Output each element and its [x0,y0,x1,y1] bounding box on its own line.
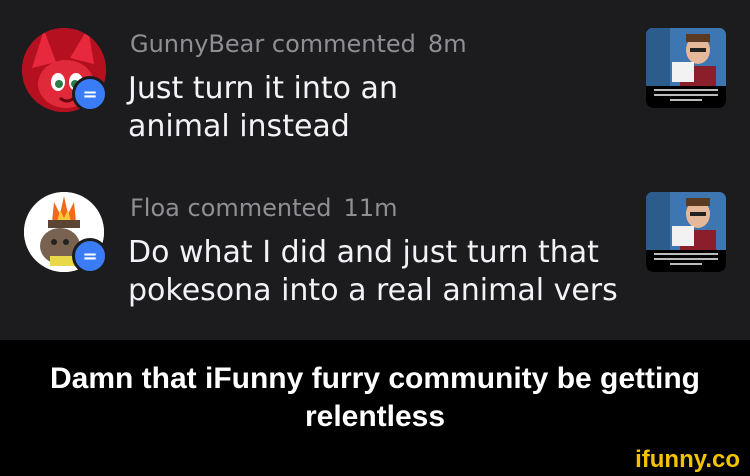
username[interactable]: GunnyBear [130,30,264,58]
notification-meta: GunnyBear commented 8m [130,30,467,58]
comment-line: animal instead [128,109,350,144]
notification-item[interactable]: = GunnyBear commented 8m Just turn it int… [0,28,750,178]
ifunny-watermark: ifunny.co [635,446,740,473]
comment-badge-icon: = [72,238,108,274]
thumbnail-image [646,192,726,250]
comment-text: Do what I did and just turn that pokeson… [128,234,618,310]
action-label: commented [187,194,332,222]
caption-line: relentless [304,400,446,433]
notification-meta: Floa commented 11m [130,194,397,222]
thumbnail-image [646,28,726,86]
comment-line: Do what I did and just turn that [128,235,599,270]
thumbnail-caption [646,86,726,108]
username[interactable]: Floa [130,194,180,222]
comment-line: pokesona into a real animal vers [128,273,618,308]
meme-caption: Damn that iFunny furry community be gett… [0,360,750,436]
action-label: commented [271,30,416,58]
thumbnail-caption [646,250,726,272]
comment-text: Just turn it into an animal instead [128,70,398,146]
caption-line: Damn that iFunny furry community be gett… [49,362,701,395]
timestamp: 8m [427,30,467,58]
comment-line: Just turn it into an [128,71,398,106]
post-thumbnail[interactable] [646,192,726,272]
post-thumbnail[interactable] [646,28,726,108]
timestamp: 11m [343,194,398,222]
comment-badge-icon: = [72,76,108,112]
notification-item[interactable]: = Floa commented 11m Do what I did and ju… [0,192,750,342]
notification-list: = GunnyBear commented 8m Just turn it int… [0,0,750,340]
